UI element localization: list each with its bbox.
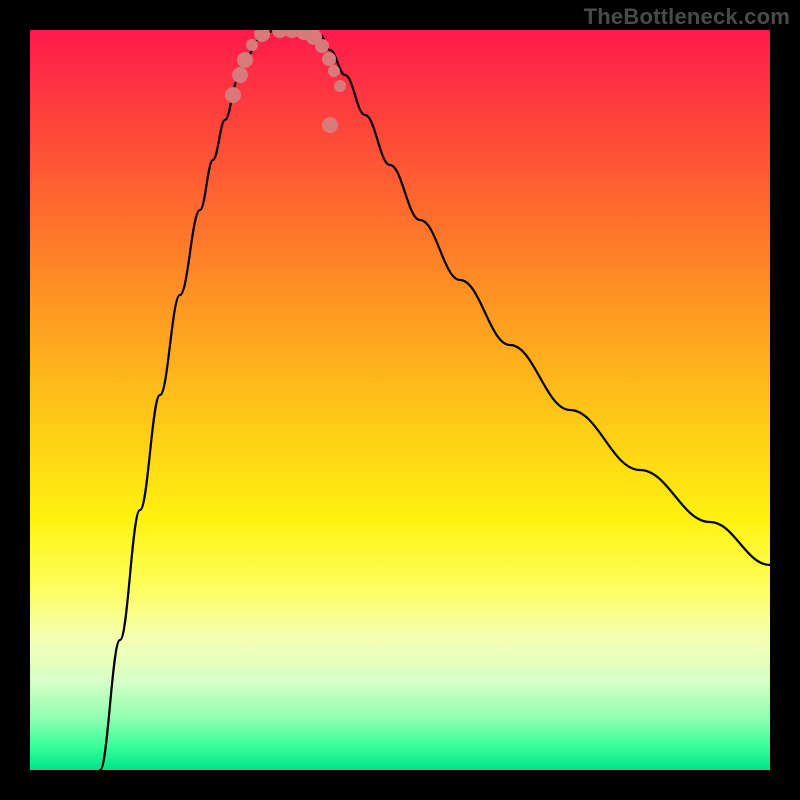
chart-frame: TheBottleneck.com bbox=[0, 0, 800, 800]
data-marker bbox=[246, 39, 258, 51]
data-marker bbox=[328, 65, 340, 77]
data-marker bbox=[272, 30, 288, 38]
data-marker bbox=[225, 87, 241, 103]
data-marker bbox=[315, 39, 329, 53]
data-marker bbox=[306, 30, 322, 45]
right-curve bbox=[310, 30, 770, 565]
data-marker bbox=[322, 52, 336, 66]
chart-svg bbox=[30, 30, 770, 770]
markers-right bbox=[272, 30, 346, 133]
data-marker bbox=[322, 117, 338, 133]
data-marker bbox=[296, 30, 312, 40]
data-marker bbox=[254, 30, 270, 42]
plot-area bbox=[30, 30, 770, 770]
data-marker bbox=[237, 52, 253, 68]
markers-left bbox=[225, 30, 270, 103]
data-marker bbox=[232, 67, 248, 83]
data-marker bbox=[284, 30, 300, 38]
attribution-watermark: TheBottleneck.com bbox=[584, 4, 790, 30]
left-curve bbox=[100, 30, 278, 770]
data-marker bbox=[334, 80, 346, 92]
